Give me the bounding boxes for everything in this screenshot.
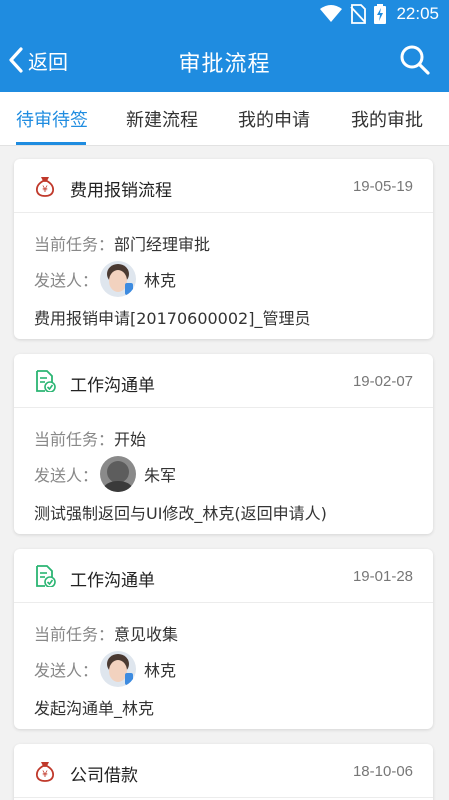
sender-label: 发送人： <box>34 271 99 290</box>
card-date: 19-05-19 <box>352 178 413 195</box>
list-item[interactable]: 工作沟通单 19-02-07 当前任务： 开始 发送人： 朱军 测试强制返回与U… <box>14 354 433 534</box>
card-header: 工作沟通单 19-01-28 <box>14 549 433 603</box>
document-check-icon <box>36 565 56 587</box>
sender-name: 林克 <box>144 271 177 290</box>
app-bar: 返回 审批流程 <box>0 28 449 92</box>
svg-text:¥: ¥ <box>42 770 48 780</box>
card-header: 工作沟通单 19-02-07 <box>14 354 433 408</box>
active-tab-indicator <box>16 142 86 145</box>
task-label: 当前任务： <box>34 430 115 449</box>
sender-name: 朱军 <box>144 466 177 485</box>
svg-text:¥: ¥ <box>42 185 48 195</box>
search-icon <box>400 45 430 75</box>
sender-row: 发送人： 林克 <box>34 259 176 299</box>
task-value: 意见收集 <box>114 625 179 644</box>
task-row: 当前任务： 意见收集 <box>34 621 178 645</box>
money-bag-icon: ¥ <box>35 762 55 782</box>
list-item[interactable]: ¥ 公司借款 18-10-06 <box>14 744 433 800</box>
list-item[interactable]: ¥ 费用报销流程 19-05-19 当前任务： 部门经理审批 发送人： 林克 费… <box>14 159 433 339</box>
status-bar: 22:05 <box>0 0 449 28</box>
task-value: 部门经理审批 <box>114 235 211 254</box>
page-title: 审批流程 <box>178 52 271 77</box>
card-header: ¥ 费用报销流程 19-05-19 <box>14 159 433 213</box>
task-row: 当前任务： 部门经理审批 <box>34 231 210 255</box>
card-title: 工作沟通单 <box>70 571 155 591</box>
approval-list: ¥ 费用报销流程 19-05-19 当前任务： 部门经理审批 发送人： 林克 费… <box>0 146 449 800</box>
card-description: 测试强制返回与UI修改_林克(返回申请人) <box>34 504 327 523</box>
tab-bar: 待审待签 新建流程 我的申请 我的审批 <box>0 92 449 146</box>
avatar <box>100 651 137 687</box>
sender-name: 林克 <box>144 661 177 680</box>
card-description: 费用报销申请[20170600002]_管理员 <box>34 309 311 328</box>
sender-row: 发送人： 朱军 <box>34 454 176 494</box>
sender-label: 发送人： <box>34 466 99 485</box>
avatar <box>100 456 137 492</box>
tab-my-requests[interactable]: 我的申请 <box>238 106 310 132</box>
sender-row: 发送人： 林克 <box>34 649 176 689</box>
card-date: 19-01-28 <box>352 568 413 585</box>
task-value: 开始 <box>114 430 147 449</box>
list-item[interactable]: 工作沟通单 19-01-28 当前任务： 意见收集 发送人： 林克 发起沟通单_… <box>14 549 433 729</box>
card-date: 19-02-07 <box>352 373 413 390</box>
tab-my-approvals[interactable]: 我的审批 <box>351 106 423 132</box>
search-button[interactable] <box>397 42 433 78</box>
card-title: 工作沟通单 <box>70 376 155 396</box>
card-header: ¥ 公司借款 18-10-06 <box>14 744 433 798</box>
task-label: 当前任务： <box>34 625 115 644</box>
card-title: 费用报销流程 <box>70 181 172 201</box>
sender-label: 发送人： <box>34 661 99 680</box>
no-sim-icon <box>350 4 367 24</box>
card-description: 发起沟通单_林克 <box>34 699 155 718</box>
card-title: 公司借款 <box>70 766 138 786</box>
tab-pending[interactable]: 待审待签 <box>16 106 88 132</box>
document-check-icon <box>36 370 56 392</box>
money-bag-icon: ¥ <box>35 177 55 197</box>
avatar <box>100 261 137 297</box>
card-date: 18-10-06 <box>352 763 413 780</box>
tab-new-process[interactable]: 新建流程 <box>126 106 198 132</box>
task-row: 当前任务： 开始 <box>34 426 146 450</box>
battery-charging-icon <box>374 4 387 24</box>
wifi-icon <box>320 5 343 22</box>
task-label: 当前任务： <box>34 235 115 254</box>
status-time: 22:05 <box>396 4 439 23</box>
